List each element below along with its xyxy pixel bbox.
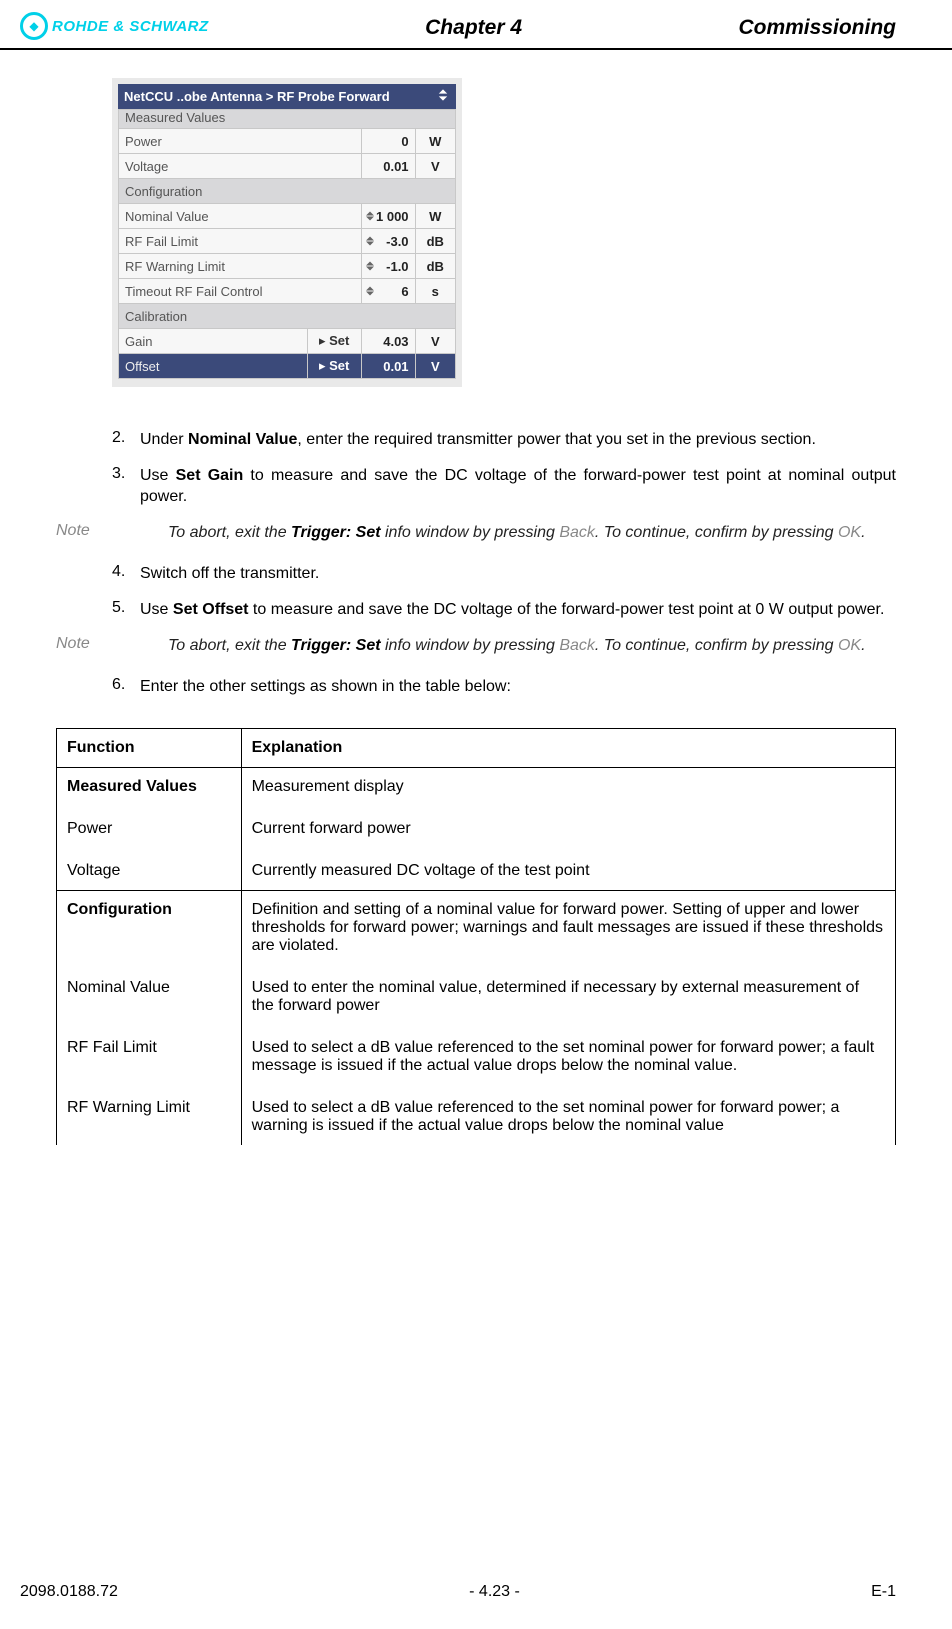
footer-right: E-1	[871, 1583, 896, 1601]
spinner-icon[interactable]	[366, 237, 374, 246]
value-gain: 4.03	[361, 329, 415, 354]
device-titlebar: NetCCU ..obe Antenna > RF Probe Forward	[118, 84, 456, 109]
row-voltage: Voltage 0.01 V	[119, 154, 456, 179]
footer-center: - 4.23 -	[469, 1583, 520, 1601]
explanation-table: Function Explanation Measured Values Mea…	[56, 728, 896, 1145]
spinner-icon[interactable]	[366, 212, 374, 221]
footer-left: 2098.0188.72	[20, 1583, 118, 1601]
value-power: 0	[361, 129, 415, 154]
value-voltage: 0.01	[361, 154, 415, 179]
table-row: Voltage Currently measured DC voltage of…	[57, 848, 896, 891]
rf-warn-input[interactable]: -1.0	[361, 254, 415, 279]
note-2: Note To abort, exit the Trigger: Set inf…	[56, 635, 896, 657]
step-5: 5. Use Set Offset to measure and save th…	[112, 599, 896, 621]
device-title-text: NetCCU ..obe Antenna > RF Probe Forward	[124, 89, 390, 104]
note-1: Note To abort, exit the Trigger: Set inf…	[56, 522, 896, 544]
section-label: Commissioning	[738, 16, 896, 40]
table-row: Configuration Definition and setting of …	[57, 890, 896, 965]
rf-fail-input[interactable]: -3.0	[361, 229, 415, 254]
step-2: 2. Under Nominal Value, enter the requir…	[112, 429, 896, 451]
set-offset-button[interactable]: Set	[307, 354, 361, 379]
row-rf-warn: RF Warning Limit -1.0 dB	[119, 254, 456, 279]
step-4: 4. Switch off the transmitter.	[112, 563, 896, 585]
section-measured: Measured Values	[119, 110, 456, 129]
table-row: Nominal Value Used to enter the nominal …	[57, 965, 896, 1025]
set-gain-button[interactable]: Set	[307, 329, 361, 354]
scroll-icon[interactable]	[436, 88, 450, 105]
step-3: 3. Use Set Gain to measure and save the …	[112, 465, 896, 508]
row-power: Power 0 W	[119, 129, 456, 154]
nominal-value-input[interactable]: 1 000	[361, 204, 415, 229]
row-rf-fail: RF Fail Limit -3.0 dB	[119, 229, 456, 254]
spinner-icon[interactable]	[366, 262, 374, 271]
logo-text: ROHDE & SCHWARZ	[52, 18, 209, 35]
table-row: RF Fail Limit Used to select a dB value …	[57, 1025, 896, 1085]
instruction-steps: 2. Under Nominal Value, enter the requir…	[56, 429, 896, 508]
device-panel: NetCCU ..obe Antenna > RF Probe Forward …	[112, 78, 462, 387]
timeout-input[interactable]: 6	[361, 279, 415, 304]
row-timeout: Timeout RF Fail Control 6 s	[119, 279, 456, 304]
logo-icon	[20, 12, 48, 40]
page-content: NetCCU ..obe Antenna > RF Probe Forward …	[0, 50, 952, 1145]
row-offset[interactable]: Offset Set 0.01 V	[119, 354, 456, 379]
step-6: 6. Enter the other settings as shown in …	[112, 676, 896, 698]
row-nominal: Nominal Value 1 000 W	[119, 204, 456, 229]
spinner-icon[interactable]	[366, 287, 374, 296]
logo: ROHDE & SCHWARZ	[20, 12, 209, 40]
chapter-label: Chapter 4	[425, 16, 522, 40]
page-header: ROHDE & SCHWARZ Chapter 4 Commissioning	[0, 0, 952, 50]
table-header: Function Explanation	[57, 728, 896, 767]
value-offset: 0.01	[361, 354, 415, 379]
table-row: Measured Values Measurement display	[57, 767, 896, 806]
row-gain: Gain Set 4.03 V	[119, 329, 456, 354]
table-row: RF Warning Limit Used to select a dB val…	[57, 1085, 896, 1145]
section-calib: Calibration	[119, 304, 456, 329]
page-footer: 2098.0188.72 - 4.23 - E-1	[0, 1583, 952, 1601]
section-config: Configuration	[119, 179, 456, 204]
device-table: Measured Values Power 0 W Voltage 0.01 V…	[118, 109, 456, 379]
table-row: Power Current forward power	[57, 806, 896, 848]
